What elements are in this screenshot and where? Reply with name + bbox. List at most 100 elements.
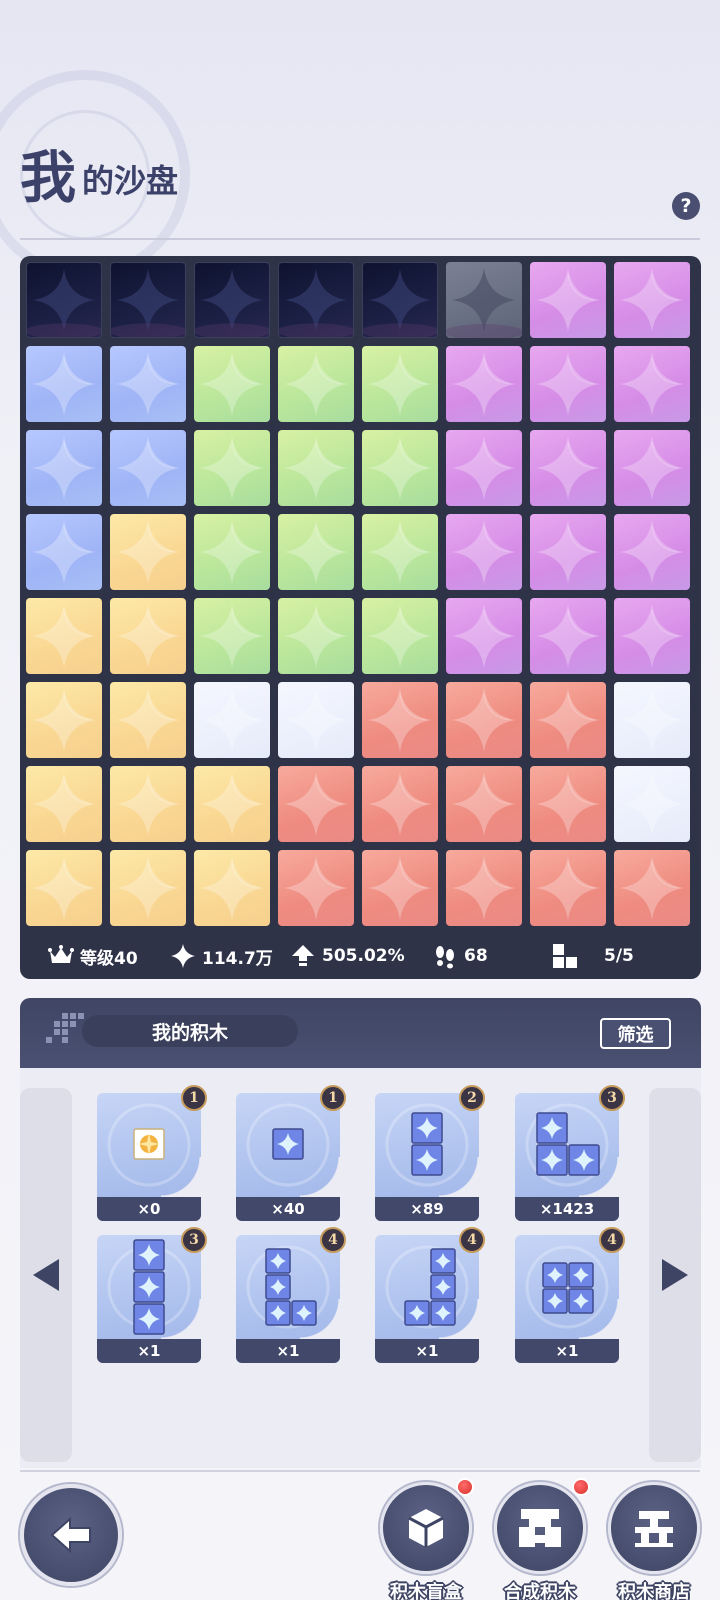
board-cell-red[interactable] <box>362 850 438 926</box>
block-card[interactable]: ×1 4 <box>515 1227 625 1363</box>
help-button[interactable]: ? <box>672 192 700 220</box>
board-cell-purple[interactable] <box>530 262 606 338</box>
board-cell-dark[interactable] <box>362 262 438 338</box>
board-cell-blue[interactable] <box>26 514 102 590</box>
board-cell-green[interactable] <box>194 346 270 422</box>
board-cell-red[interactable] <box>446 766 522 842</box>
board-cell-red[interactable] <box>446 850 522 926</box>
board-cell-dark[interactable] <box>110 262 186 338</box>
board-cell-gray[interactable] <box>446 262 522 338</box>
board-cell-yellow[interactable] <box>110 766 186 842</box>
board-cell-blue[interactable] <box>26 430 102 506</box>
blind-box-button[interactable] <box>380 1482 472 1574</box>
board-cell-purple[interactable] <box>614 346 690 422</box>
synthesis-button[interactable] <box>494 1482 586 1574</box>
board-cell-blue[interactable] <box>26 346 102 422</box>
board-cell-yellow[interactable] <box>26 598 102 674</box>
board-cell-green[interactable] <box>194 514 270 590</box>
level-value: 等级40 <box>80 948 138 969</box>
board-cell-purple[interactable] <box>530 514 606 590</box>
board-cell-yellow[interactable] <box>194 766 270 842</box>
board-cell-purple[interactable] <box>446 430 522 506</box>
board-cell-purple[interactable] <box>446 598 522 674</box>
block-count: ×1423 <box>515 1197 619 1221</box>
board-cell-red[interactable] <box>530 766 606 842</box>
board-cell-green[interactable] <box>362 430 438 506</box>
board-cell-green[interactable] <box>278 346 354 422</box>
board-cell-purple[interactable] <box>446 346 522 422</box>
board-cell-yellow[interactable] <box>110 598 186 674</box>
board-cell-white[interactable] <box>194 682 270 758</box>
board-cell-green[interactable] <box>362 598 438 674</box>
shop-button[interactable] <box>608 1482 700 1574</box>
block-card-face: ×89 <box>375 1093 479 1221</box>
board-cell-green[interactable] <box>278 430 354 506</box>
board-cell-yellow[interactable] <box>26 850 102 926</box>
block-count: ×1 <box>375 1339 479 1363</box>
board-cell-white[interactable] <box>278 682 354 758</box>
board-cell-red[interactable] <box>446 682 522 758</box>
page-title-big-char: 我 <box>20 145 78 211</box>
board-cell-yellow[interactable] <box>194 850 270 926</box>
board-cell-dark[interactable] <box>278 262 354 338</box>
block-count: ×1 <box>515 1339 619 1363</box>
board-cell-purple[interactable] <box>530 598 606 674</box>
board-cell-dark[interactable] <box>194 262 270 338</box>
board-cell-green[interactable] <box>194 430 270 506</box>
filter-button[interactable]: 筛选 <box>600 1018 671 1049</box>
board-cell-yellow[interactable] <box>110 682 186 758</box>
synthesis-label: 合成积木 <box>504 1582 576 1600</box>
block-card[interactable]: ×1 3 <box>97 1227 207 1363</box>
notification-dot <box>456 1478 474 1496</box>
board-cell-yellow[interactable] <box>110 514 186 590</box>
block-card[interactable]: ×1 4 <box>375 1227 485 1363</box>
block-count: ×0 <box>97 1197 201 1221</box>
board-cell-yellow[interactable] <box>110 850 186 926</box>
board-cell-purple[interactable] <box>614 430 690 506</box>
board-cell-purple[interactable] <box>614 262 690 338</box>
board-cell-purple[interactable] <box>530 346 606 422</box>
board-cell-red[interactable] <box>530 682 606 758</box>
block-card[interactable]: ×40 1 <box>236 1085 346 1221</box>
board-cell-white[interactable] <box>614 766 690 842</box>
sparkle-icon <box>171 944 195 968</box>
upgrade-arrow-icon <box>292 945 314 966</box>
tab-my-blocks[interactable]: 我的积木 <box>82 1015 298 1047</box>
block-size-badge: 4 <box>459 1227 485 1253</box>
board-cell-dark[interactable] <box>26 262 102 338</box>
back-button[interactable] <box>20 1484 122 1586</box>
card-corner-decoration <box>161 1299 201 1339</box>
board-cell-purple[interactable] <box>614 598 690 674</box>
board-cell-red[interactable] <box>614 850 690 926</box>
notification-dot <box>572 1478 590 1496</box>
board-cell-green[interactable] <box>194 598 270 674</box>
board-cell-blue[interactable] <box>110 346 186 422</box>
board-cell-purple[interactable] <box>446 514 522 590</box>
board-cell-red[interactable] <box>362 766 438 842</box>
block-count: ×1 <box>236 1339 340 1363</box>
blind-box-icon <box>408 1509 444 1547</box>
shop-icon <box>635 1511 673 1547</box>
prev-page-button[interactable] <box>20 1088 72 1462</box>
board-cell-purple[interactable] <box>530 430 606 506</box>
board-cell-green[interactable] <box>362 514 438 590</box>
board-cell-green[interactable] <box>278 598 354 674</box>
board-cell-red[interactable] <box>278 850 354 926</box>
block-card[interactable]: ×89 2 <box>375 1085 485 1221</box>
board-cell-yellow[interactable] <box>26 766 102 842</box>
board-cell-yellow[interactable] <box>26 682 102 758</box>
board-cell-blue[interactable] <box>110 430 186 506</box>
block-size-badge: 4 <box>599 1227 625 1253</box>
block-card[interactable]: ×0 1 <box>97 1085 207 1221</box>
board-cell-red[interactable] <box>362 682 438 758</box>
shop-label: 积木商店 <box>618 1582 690 1600</box>
next-page-button[interactable] <box>649 1088 701 1462</box>
board-cell-purple[interactable] <box>614 514 690 590</box>
block-card[interactable]: ×1423 3 <box>515 1085 625 1221</box>
board-cell-red[interactable] <box>530 850 606 926</box>
block-card[interactable]: ×1 4 <box>236 1227 346 1363</box>
board-cell-green[interactable] <box>278 514 354 590</box>
board-cell-red[interactable] <box>278 766 354 842</box>
board-cell-green[interactable] <box>362 346 438 422</box>
board-cell-white[interactable] <box>614 682 690 758</box>
